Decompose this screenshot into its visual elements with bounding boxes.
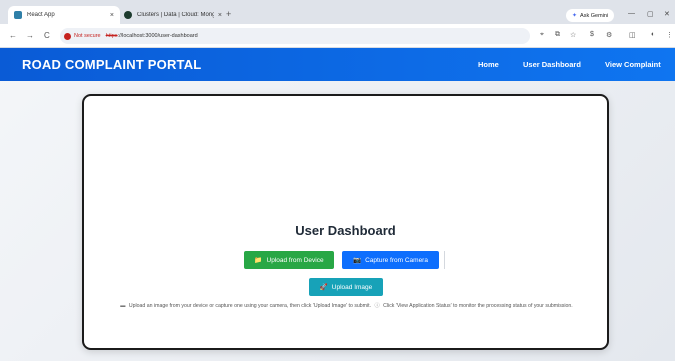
upload-from-device-button[interactable]: 📁 Upload from Device bbox=[244, 251, 334, 269]
close-window-button[interactable]: ✕ bbox=[664, 10, 670, 18]
menu-icon[interactable]: ⋮ bbox=[666, 31, 673, 39]
location-icon[interactable]: ⌖ bbox=[540, 31, 544, 39]
react-favicon-icon bbox=[14, 11, 22, 19]
profile-icon[interactable]: ◐ bbox=[651, 31, 655, 38]
upload-image-label: Upload Image bbox=[331, 283, 373, 291]
ask-gemini-button[interactable]: ✦ Ask Gemini bbox=[566, 9, 615, 22]
page-title: User Dashboard bbox=[295, 223, 396, 238]
instruction-upload: Upload an image from your device or capt… bbox=[128, 303, 372, 309]
divider bbox=[444, 251, 445, 269]
tab-close-icon[interactable]: × bbox=[218, 12, 222, 19]
reload-icon[interactable]: C bbox=[44, 31, 50, 40]
extension-icon[interactable]: $ bbox=[590, 31, 594, 38]
page-body: ROAD COMPLAINT PORTAL Home User Dashboar… bbox=[0, 48, 675, 361]
brand-title[interactable]: ROAD COMPLAINT PORTAL bbox=[22, 57, 201, 72]
folder-icon: 📁 bbox=[254, 257, 263, 264]
tab-close-icon[interactable]: × bbox=[110, 12, 114, 19]
not-secure-badge[interactable]: Not secure bbox=[64, 32, 101, 40]
minimize-button[interactable]: — bbox=[628, 10, 635, 17]
note-icon: ▬ bbox=[120, 303, 126, 309]
sidebar-icon[interactable]: ◫ bbox=[629, 31, 636, 39]
mongodb-favicon-icon bbox=[124, 11, 132, 19]
puzzle-icon[interactable]: ⚙ bbox=[606, 31, 612, 39]
restore-button[interactable]: ▢ bbox=[647, 10, 654, 18]
forward-icon[interactable]: → bbox=[26, 31, 34, 40]
upload-image-button[interactable]: 🚀 Upload Image bbox=[309, 278, 383, 296]
ask-gemini-label: Ask Gemini bbox=[580, 12, 609, 19]
tab-mongodb[interactable]: Clusters | Data | Cloud: MongoD × bbox=[118, 6, 228, 24]
nav-view-complaint[interactable]: View Complaint bbox=[605, 60, 661, 69]
tab-react-app[interactable]: React App × bbox=[8, 6, 120, 24]
url-path: ://localhost:3000/user-dashboard bbox=[117, 33, 198, 39]
upload-from-device-label: Upload from Device bbox=[266, 256, 324, 264]
site-navbar: ROAD COMPLAINT PORTAL Home User Dashboar… bbox=[0, 48, 675, 81]
rocket-icon: 🚀 bbox=[319, 284, 328, 291]
bookmark-star-icon[interactable]: ☆ bbox=[570, 31, 576, 39]
browser-address-bar: ← → C Not secure https ://localhost:3000… bbox=[0, 24, 675, 48]
capture-from-camera-button[interactable]: 📷 Capture from Camera bbox=[342, 251, 439, 269]
nav-user-dashboard[interactable]: User Dashboard bbox=[523, 60, 581, 69]
back-icon[interactable]: ← bbox=[9, 31, 17, 40]
nav-home[interactable]: Home bbox=[478, 60, 499, 69]
url-scheme: https bbox=[105, 33, 118, 39]
instructions-text: ▬ Upload an image from your device or ca… bbox=[98, 302, 593, 311]
url-bar[interactable]: Not secure https ://localhost:3000/user-… bbox=[60, 28, 530, 44]
new-tab-button[interactable]: + bbox=[226, 9, 231, 19]
not-secure-label: Not secure bbox=[74, 33, 101, 39]
dashboard-card: User Dashboard 📁 Upload from Device 📷 Ca… bbox=[82, 94, 609, 350]
gemini-spark-icon: ✦ bbox=[572, 13, 578, 19]
capture-from-camera-label: Capture from Camera bbox=[365, 256, 428, 264]
share-icon[interactable]: ⧉ bbox=[555, 31, 560, 39]
instruction-status: Click 'View Application Status' to monit… bbox=[383, 303, 573, 309]
tab-title: Clusters | Data | Cloud: MongoD bbox=[137, 12, 214, 18]
camera-icon: 📷 bbox=[353, 257, 362, 264]
tab-title: React App bbox=[27, 12, 55, 18]
info-icon: ⓘ bbox=[374, 303, 380, 309]
browser-tab-bar: React App × Clusters | Data | Cloud: Mon… bbox=[0, 0, 675, 24]
warning-icon bbox=[64, 32, 71, 40]
